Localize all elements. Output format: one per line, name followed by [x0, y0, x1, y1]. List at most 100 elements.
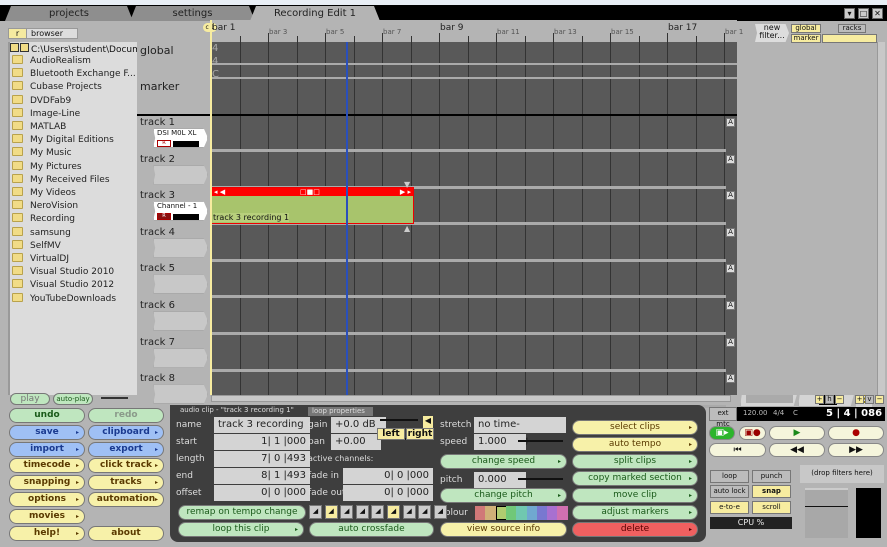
length-field[interactable]: 7| 0 |493 [214, 451, 310, 467]
timeline-ruler[interactable] [211, 20, 737, 42]
automation-button[interactable]: A [726, 374, 735, 384]
drop-filters-area[interactable]: (drop filters here) [800, 465, 884, 483]
copy-marked-section-button[interactable]: copy marked section ▸ [572, 471, 698, 486]
clip-end-handle-icon[interactable]: ▲ [404, 224, 410, 233]
folder-item[interactable]: DVDFab9 [12, 94, 71, 108]
track-input[interactable] [153, 384, 208, 405]
close-icon[interactable]: ✕ [872, 8, 883, 19]
fast-forward-icon[interactable]: ▶▶ [828, 443, 884, 457]
export-button[interactable]: export ▸ [88, 441, 164, 457]
zoom-in-v-button[interactable]: + [855, 395, 864, 404]
fade-shape-button[interactable]: ◢ [324, 505, 338, 519]
view-source-info-button[interactable]: view source info [440, 522, 567, 537]
play-icon[interactable]: ▶ [769, 426, 825, 440]
key[interactable]: C [793, 409, 798, 417]
playhead[interactable] [346, 42, 348, 395]
new-filter-button[interactable]: new filter... [755, 24, 789, 42]
folder-item[interactable]: Recording [12, 213, 75, 226]
track-name[interactable]: track 5 [140, 263, 175, 274]
save-button[interactable]: save ▸ [9, 424, 85, 440]
zoom-in-h-button[interactable]: + [815, 395, 824, 404]
browser-toggle[interactable]: r [9, 29, 27, 38]
master-volume-fader[interactable] [805, 488, 848, 538]
fade-shape-button[interactable]: ◢ [340, 505, 354, 519]
ext-mtc-button[interactable]: ext mtc [709, 407, 737, 428]
pan-field[interactable]: +0.00 [331, 434, 381, 450]
end-field[interactable]: 8| 1 |493 [214, 468, 310, 484]
fade-shape-button[interactable]: ◢ [309, 505, 322, 519]
automation-button[interactable]: A [726, 264, 735, 274]
delete-button[interactable]: delete ▸ [572, 522, 698, 537]
adjust-markers-button[interactable]: adjust markers ▸ [572, 505, 698, 520]
vertical-scrollbar[interactable] [877, 42, 885, 395]
tab-projects[interactable]: projects [5, 6, 133, 21]
snap-button[interactable]: snap [752, 485, 791, 498]
track-input[interactable] [153, 347, 208, 368]
remap-toggle[interactable]: remap on tempo change [178, 505, 306, 520]
folder-item[interactable]: Visual Studio 2012 [12, 279, 114, 292]
auto-tempo-button[interactable]: auto tempo ▸ [572, 437, 698, 452]
zoom-out-v-button[interactable]: − [875, 395, 884, 404]
offset-field[interactable]: 0| 0 |000 [214, 485, 310, 501]
track-name[interactable]: track 6 [140, 300, 175, 311]
horizontal-scrollbar[interactable] [211, 395, 731, 402]
move-clip-button[interactable]: move clip ▸ [572, 488, 698, 503]
speed-slider[interactable] [518, 440, 563, 442]
track-input[interactable] [153, 311, 208, 331]
left-channel-button[interactable]: left [377, 428, 405, 440]
folder-item[interactable]: My Videos [12, 187, 76, 200]
fade-shape-button[interactable]: ◢ [355, 505, 369, 519]
fade-shape-button[interactable]: ◢ [402, 505, 416, 519]
play-button[interactable]: play [10, 393, 50, 405]
loop-clip-button[interactable]: loop this clip ▸ [178, 522, 304, 537]
fadeout-field[interactable]: 0| 0 |000 [343, 485, 433, 501]
folder-item[interactable]: My Digital Editions [12, 134, 114, 147]
auto-play-toggle[interactable]: auto-play [53, 393, 93, 405]
track-name[interactable]: track 4 [140, 227, 175, 238]
arm-button[interactable]: R [157, 140, 171, 147]
right-channel-button[interactable]: right [406, 428, 434, 440]
tab-loop-properties[interactable]: loop properties [308, 407, 373, 416]
record-icon[interactable]: ● [828, 426, 884, 440]
folder-item[interactable]: AudioRealism [12, 55, 91, 68]
zoom-out-h-button[interactable]: − [835, 395, 844, 404]
fade-shape-button[interactable]: ◢ [433, 505, 447, 519]
rewind-icon[interactable]: ◀◀ [769, 443, 825, 457]
clip-header[interactable]: ◂ ◀ □■□ ▶ ▸ [212, 188, 413, 196]
name-field[interactable]: track 3 recording 1 [214, 417, 310, 446]
folder-item[interactable]: Image-Line [12, 107, 80, 121]
folder-item[interactable]: MATLAB [12, 121, 66, 134]
audio-clip[interactable]: ◂ ◀ □■□ ▶ ▸ track 3 recording 1 [211, 187, 414, 224]
volume-slider[interactable] [101, 397, 128, 399]
split-clips-button[interactable]: split clips ▸ [572, 454, 698, 469]
browser-dropdown[interactable]: r browser [8, 28, 78, 39]
tempo[interactable]: 120.00 [743, 409, 768, 417]
maximize-icon[interactable]: □ [858, 8, 869, 19]
time-signature[interactable]: 4/4 [773, 409, 784, 417]
clip-end-handle-icon[interactable]: ▼ [404, 180, 410, 189]
clipboard-button[interactable]: clipboard ▸ [88, 424, 164, 440]
loop-button[interactable]: loop [710, 470, 749, 483]
marker-filter-button[interactable]: marker [791, 34, 821, 43]
snapping-button[interactable]: snapping ▸ [9, 475, 85, 491]
gain-slider[interactable] [380, 419, 418, 421]
filter-slot[interactable] [822, 34, 877, 43]
racks-button[interactable]: racks [838, 24, 866, 33]
minimize-icon[interactable]: ▾ [844, 8, 855, 19]
folder-item[interactable]: Visual Studio 2010 [12, 266, 114, 279]
folder-up-icon[interactable] [10, 43, 19, 52]
folder-item[interactable]: My Received Files [12, 173, 110, 187]
pitch-field[interactable]: 0.000 [474, 472, 526, 488]
track-name[interactable]: track 3 [140, 190, 175, 201]
track-name[interactable]: track 1 [140, 117, 175, 128]
speed-field[interactable]: 1.000 [474, 434, 526, 450]
rewind-to-start-icon[interactable]: ⏮ [709, 443, 766, 457]
arm-button[interactable]: R [157, 213, 171, 221]
position-display[interactable]: 5 | 4 | 086 [826, 408, 882, 419]
options-button[interactable]: options ▸ [9, 492, 85, 507]
scroll-button[interactable]: scroll [752, 501, 791, 514]
change-speed-button[interactable]: change speed ▸ [440, 454, 567, 469]
parent-folder-icon[interactable] [20, 43, 29, 52]
speaker-icon[interactable]: ◀ [423, 416, 433, 428]
automation-button[interactable]: automation ▸ [88, 492, 164, 507]
